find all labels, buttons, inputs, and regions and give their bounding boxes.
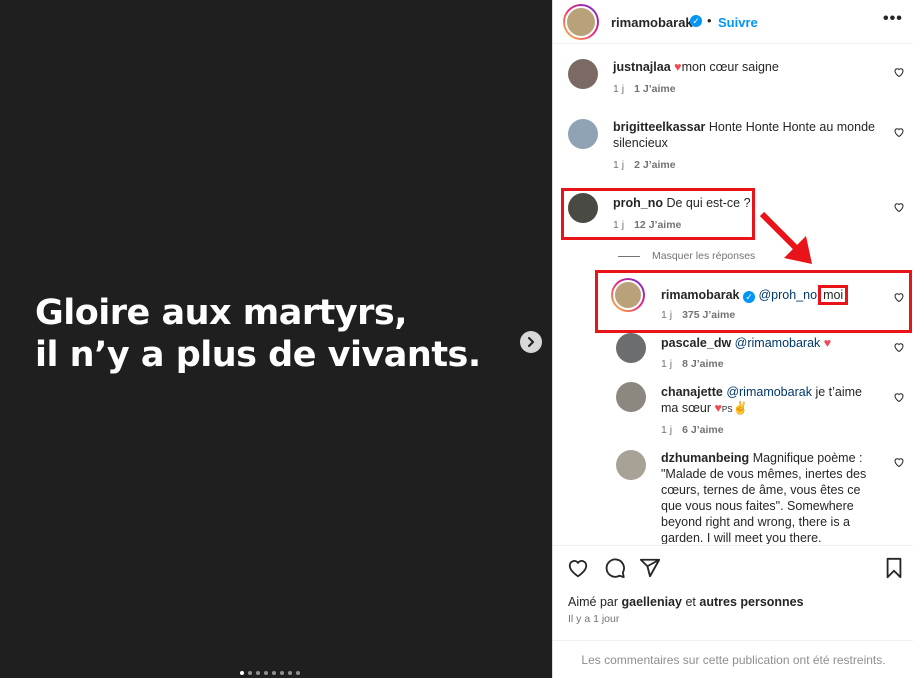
more-options-icon[interactable]: ••• (883, 10, 903, 28)
reply-meta: 1 j 375 J’aime (661, 309, 735, 321)
reply-text: rimamobarak ✓ @proh_no moi (661, 285, 891, 305)
follow-button[interactable]: Suivre (718, 15, 758, 30)
reply-likes[interactable]: 8 J’aime (682, 358, 723, 370)
post-date[interactable]: Il y a 1 jour (568, 613, 619, 625)
bookmark-icon[interactable] (883, 557, 905, 579)
comment-age: 1 j (613, 83, 625, 95)
reply-avatar[interactable] (611, 278, 645, 312)
comment-likes[interactable]: 1 J’aime (634, 83, 675, 95)
reply-username[interactable]: dzhumanbeing (661, 451, 749, 465)
media-line-1: Gloire aux martyrs, (35, 293, 408, 333)
reply-age: 1 j (661, 424, 673, 436)
comment-likes[interactable]: 2 J’aime (634, 159, 675, 171)
carousel-dot (256, 671, 260, 675)
comment-icon[interactable] (604, 557, 626, 579)
reply-mention[interactable]: @proh_no (758, 288, 817, 302)
liked-by-prefix: Aimé par (568, 595, 619, 609)
verified-badge-icon: ✓ (690, 15, 702, 27)
author-username[interactable]: rimamobarak (611, 15, 693, 30)
post-media: Gloire aux martyrs, il n’y a plus de viv… (0, 0, 552, 678)
hide-replies-toggle[interactable]: Masquer les réponses (618, 250, 755, 262)
red-arrow-annotation-icon (759, 211, 812, 264)
hide-replies-label: Masquer les réponses (652, 250, 756, 262)
comment-body: De qui est-ce ? (666, 196, 751, 210)
comment-username[interactable]: brigitteelkassar (613, 120, 705, 134)
comment-likes[interactable]: 12 J’aime (634, 219, 681, 231)
carousel-dot (272, 671, 276, 675)
reply-body-highlighted: moi (818, 285, 849, 305)
reply-text: dzhumanbeing Magnifique poème : "Malade … (661, 450, 871, 544)
heart-emoji-icon: ♥ (674, 60, 682, 74)
carousel-dot (248, 671, 252, 675)
comment-username[interactable]: justnajlaa (613, 60, 671, 74)
comment-avatar[interactable] (568, 193, 598, 223)
next-slide-button[interactable] (520, 331, 542, 353)
heart-emoji-icon: ♥ (823, 336, 832, 350)
reply-mention[interactable]: @rimamobarak (735, 336, 821, 350)
comments-restricted-notice: Les commentaires sur cette publication o… (553, 640, 913, 678)
divider-line (618, 255, 640, 257)
like-comment-icon[interactable] (893, 456, 905, 468)
comment-meta: 1 j 2 J’aime (613, 159, 676, 171)
reply-username[interactable]: rimamobarak (661, 288, 740, 302)
media-line-2: il n’y a plus de vivants. (35, 335, 481, 375)
reply-age: 1 j (661, 358, 673, 370)
post-header: rimamobarak ✓ • Suivre ••• (553, 0, 913, 44)
reply-text: pascale_dw @rimamobarak ♥ (661, 335, 891, 351)
like-comment-icon[interactable] (893, 291, 905, 303)
reply-likes[interactable]: 6 J’aime (682, 424, 723, 436)
carousel-dot (240, 671, 244, 675)
reply-avatar[interactable] (616, 450, 646, 480)
comment-username[interactable]: proh_no (613, 196, 663, 210)
comment-age: 1 j (613, 159, 625, 171)
like-comment-icon[interactable] (893, 126, 905, 138)
liked-by: Aimé par gaelleniay et autres personnes (568, 595, 804, 609)
reply-meta: 1 j 8 J’aime (661, 358, 724, 370)
liked-by-and: et (685, 595, 696, 609)
comment-avatar[interactable] (568, 119, 598, 149)
comments-list[interactable]: justnajlaa ♥mon cœur saigne 1 j1 J’aime … (553, 45, 913, 544)
reply-age: 1 j (661, 309, 673, 321)
reply-meta: 1 j 6 J’aime (661, 424, 724, 436)
reply-username[interactable]: pascale_dw (661, 336, 731, 350)
like-comment-icon[interactable] (893, 391, 905, 403)
carousel-dot (296, 671, 300, 675)
carousel-indicator (240, 671, 300, 675)
share-icon[interactable] (639, 557, 661, 579)
comment-text: justnajlaa ♥mon cœur saigne (613, 59, 883, 75)
post-sidebar: rimamobarak ✓ • Suivre ••• justnajlaa ♥m… (552, 0, 913, 678)
liked-by-user[interactable]: gaelleniay (622, 595, 682, 609)
reply-username[interactable]: chanajette (661, 385, 723, 399)
reply-mention[interactable]: @rimamobarak (726, 385, 812, 399)
verified-badge-icon: ✓ (743, 291, 755, 303)
like-icon[interactable] (567, 557, 589, 579)
reply-text: chanajette @rimamobarak je t’aime ma sœu… (661, 384, 881, 418)
reply-avatar[interactable] (616, 333, 646, 363)
reply-likes[interactable]: 375 J’aime (682, 309, 735, 321)
header-separator: • (707, 13, 712, 28)
comment-text: proh_no De qui est-ce ? (613, 195, 753, 211)
comment-avatar[interactable] (568, 59, 598, 89)
hand-emoji-icon: ✌ (732, 401, 749, 415)
post-actions: Aimé par gaelleniay et autres personnes … (553, 545, 913, 639)
carousel-dot (264, 671, 268, 675)
like-comment-icon[interactable] (893, 201, 905, 213)
carousel-dot (288, 671, 292, 675)
liked-by-others[interactable]: autres personnes (699, 595, 803, 609)
heart-emoji-icon: ♥ (714, 401, 722, 415)
like-comment-icon[interactable] (893, 66, 905, 78)
reply-suffix: PS (721, 405, 733, 414)
post-image-text: Gloire aux martyrs, il n’y a plus de viv… (35, 292, 481, 376)
carousel-dot (280, 671, 284, 675)
comment-meta: 1 j 12 J’aime (613, 219, 681, 231)
reply-avatar[interactable] (616, 382, 646, 412)
author-avatar[interactable] (563, 4, 599, 40)
comment-meta: 1 j 1 J’aime (613, 83, 676, 95)
chevron-right-icon (528, 337, 534, 347)
like-comment-icon[interactable] (893, 341, 905, 353)
comment-body: mon cœur saigne (681, 60, 779, 74)
comment-age: 1 j (613, 219, 625, 231)
comment-text: brigitteelkassar Honte Honte Honte au mo… (613, 119, 883, 151)
